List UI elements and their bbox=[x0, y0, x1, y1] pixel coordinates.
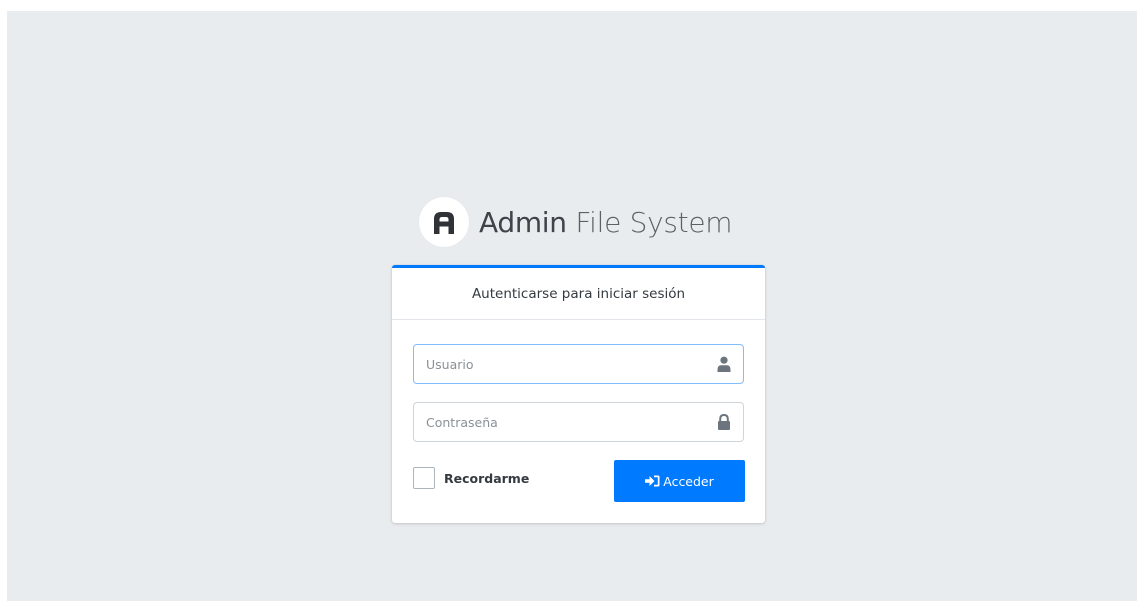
password-input[interactable] bbox=[414, 403, 711, 441]
user-icon bbox=[717, 356, 731, 372]
login-header-text: Autenticarse para iniciar sesión bbox=[471, 285, 686, 302]
login-button[interactable]: Acceder bbox=[614, 460, 745, 502]
brand-name-bold: Admin bbox=[479, 205, 567, 239]
username-input[interactable] bbox=[414, 345, 711, 383]
login-card-header: Autenticarse para iniciar sesión bbox=[392, 268, 765, 320]
brand-logo[interactable]: Admin File System bbox=[419, 194, 733, 250]
sign-in-icon bbox=[645, 475, 660, 487]
login-page: Admin File System Autenticarse para inic… bbox=[7, 11, 1137, 601]
username-field[interactable] bbox=[413, 344, 744, 384]
remember-me[interactable]: Recordarme bbox=[413, 467, 529, 489]
brand-name-light: File System bbox=[575, 205, 733, 239]
logo-a-icon bbox=[434, 212, 454, 234]
lock-icon bbox=[718, 414, 730, 430]
logo-badge bbox=[419, 197, 469, 247]
remember-checkbox[interactable] bbox=[413, 467, 435, 489]
brand-title: Admin File System bbox=[479, 205, 733, 239]
remember-label: Recordarme bbox=[444, 470, 530, 486]
login-card: Autenticarse para iniciar sesión Recorda… bbox=[392, 265, 765, 523]
password-field[interactable] bbox=[413, 402, 744, 442]
login-button-label: Acceder bbox=[663, 473, 714, 489]
